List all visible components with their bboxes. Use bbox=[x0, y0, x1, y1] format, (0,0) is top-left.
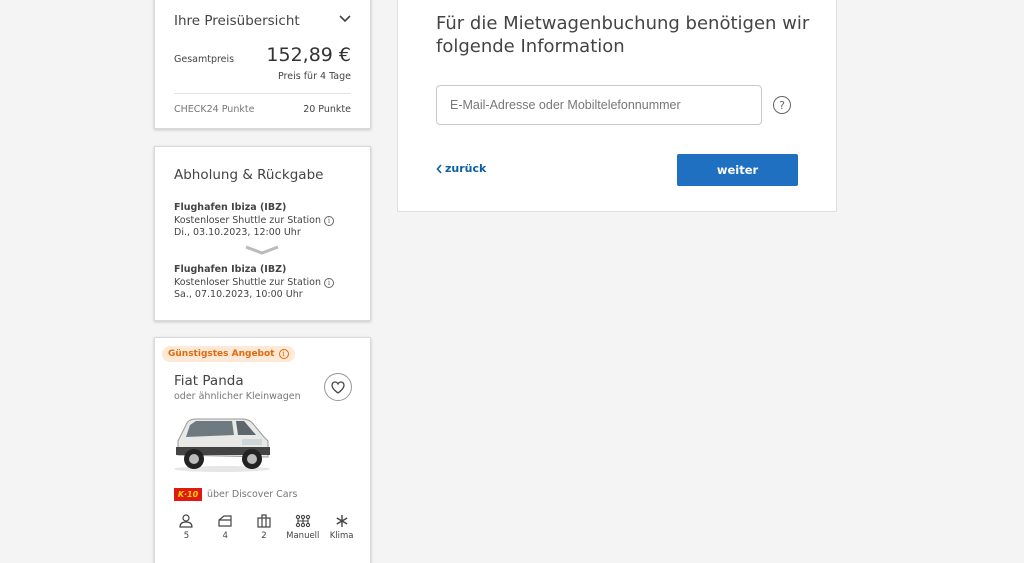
next-button[interactable]: weiter bbox=[677, 154, 798, 186]
points-label: CHECK24 Punkte bbox=[174, 104, 255, 115]
favorite-button[interactable] bbox=[324, 373, 352, 401]
form-heading: Für die Mietwagenbuchung benötigen wir f… bbox=[436, 13, 810, 57]
feature-ac: Klima bbox=[322, 514, 361, 541]
provider-text: über Discover Cars bbox=[207, 489, 298, 500]
back-link[interactable]: zurück bbox=[436, 162, 486, 175]
car-subtitle: oder ähnlicher Kleinwagen bbox=[174, 391, 301, 402]
car-offer-card: Günstigstes Angebot i Fiat Panda oder äh… bbox=[154, 337, 371, 563]
total-price-label: Gesamtpreis bbox=[174, 54, 235, 65]
info-icon[interactable]: i bbox=[324, 277, 335, 288]
return-shuttle-text: Kostenloser Shuttle zur Station bbox=[174, 276, 322, 288]
feature-label: Manuell bbox=[286, 531, 320, 541]
pickup-return-title: Abholung & Rückgabe bbox=[174, 167, 324, 183]
car-name: Fiat Panda bbox=[174, 373, 244, 389]
feature-doors: 4 bbox=[206, 514, 245, 541]
divider bbox=[174, 93, 351, 94]
return-location-name: Flughafen Ibiza (IBZ) bbox=[174, 264, 287, 275]
price-overview-title[interactable]: Ihre Preisübersicht bbox=[174, 13, 300, 29]
chevron-down-arrow-icon bbox=[245, 245, 279, 255]
return-datetime: Sa., 07.10.2023, 10:00 Uhr bbox=[174, 289, 303, 300]
badge-label: Günstigstes Angebot bbox=[168, 349, 275, 359]
info-icon[interactable]: i bbox=[278, 349, 289, 359]
door-icon bbox=[218, 515, 232, 527]
feature-label: 5 bbox=[183, 531, 190, 541]
feature-label: 2 bbox=[261, 531, 267, 541]
car-features: 5 4 2 Manuell Klima bbox=[167, 514, 361, 541]
chevron-down-icon[interactable] bbox=[338, 12, 352, 26]
info-icon[interactable]: i bbox=[324, 215, 335, 226]
heart-icon bbox=[331, 380, 345, 394]
provider-logo: K·10 bbox=[174, 488, 202, 501]
pickup-location: Flughafen Ibiza (IBZ) Kostenloser Shuttl… bbox=[174, 202, 335, 240]
feature-label: 4 bbox=[222, 531, 228, 541]
return-location: Flughafen Ibiza (IBZ) Kostenloser Shuttl… bbox=[174, 264, 335, 302]
cheapest-offer-badge: Günstigstes Angebot i bbox=[162, 346, 295, 362]
feature-seats: 5 bbox=[167, 514, 206, 541]
points-value: 20 Punkte bbox=[303, 104, 351, 115]
pickup-return-card: Abholung & Rückgabe Flughafen Ibiza (IBZ… bbox=[154, 146, 371, 321]
snowflake-icon bbox=[336, 515, 348, 527]
price-duration: Preis für 4 Tage bbox=[278, 71, 351, 82]
pickup-shuttle-text: Kostenloser Shuttle zur Station bbox=[174, 214, 322, 226]
luggage-icon bbox=[257, 514, 271, 528]
chevron-left-icon bbox=[436, 163, 442, 174]
car-image bbox=[174, 418, 270, 472]
pickup-datetime: Di., 03.10.2023, 12:00 Uhr bbox=[174, 227, 301, 238]
price-overview-card: Ihre Preisübersicht Gesamtpreis 152,89 €… bbox=[154, 0, 371, 129]
total-price-value: 152,89 € bbox=[266, 44, 351, 66]
gearshift-icon bbox=[295, 514, 310, 528]
feature-luggage: 2 bbox=[245, 514, 284, 541]
pickup-shuttle: Kostenloser Shuttle zur Station i bbox=[174, 214, 335, 228]
contact-form-card: Für die Mietwagenbuchung benötigen wir f… bbox=[397, 0, 837, 212]
person-icon bbox=[179, 514, 193, 528]
back-label: zurück bbox=[445, 162, 487, 175]
email-or-phone-input[interactable] bbox=[436, 85, 762, 125]
pickup-location-name: Flughafen Ibiza (IBZ) bbox=[174, 202, 287, 213]
help-icon[interactable]: ? bbox=[773, 96, 791, 114]
feature-label: Klima bbox=[329, 531, 354, 541]
provider: K·10 über Discover Cars bbox=[174, 488, 297, 501]
return-shuttle: Kostenloser Shuttle zur Station i bbox=[174, 276, 335, 290]
feature-transmission: Manuell bbox=[283, 514, 322, 541]
